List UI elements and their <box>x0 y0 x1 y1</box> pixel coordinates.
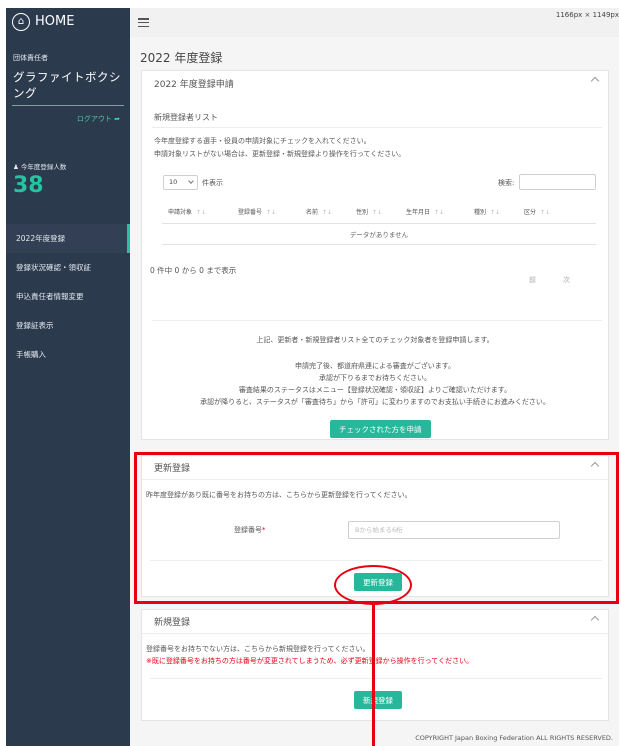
list-desc-2: 申請対象リストがない場合は、更新登録・新規登録より操作を行ってください。 <box>154 150 406 158</box>
new-desc-2: ※既に登録番号をお持ちの方は番号が変更されてしまうため、必ず更新登録から操作を行… <box>146 657 474 665</box>
col-header-number[interactable]: 登録番号 ↑↓ <box>232 201 300 224</box>
apply-note-1: 申請完了後、都道府県連による審査がございます。 <box>294 362 456 370</box>
col-header-name[interactable]: 名前 ↑↓ <box>300 201 350 224</box>
apply-note-2: 承認が下りるまでお待ちください。 <box>319 374 431 382</box>
renew-desc: 昨年度登録があり既に番号をお持ちの方は、こちらから更新登録を行ってください。 <box>146 491 412 499</box>
sidebar-item-status-receipt[interactable]: 登録状況確認・領収証 <box>6 253 130 282</box>
chevron-up-icon[interactable] <box>590 461 600 471</box>
submit-checked-button[interactable]: チェックされた方を申請 <box>330 420 431 438</box>
sidebar-item-registration[interactable]: 2022年度登録 <box>6 224 130 253</box>
group-name: グラファイトボクシング <box>13 70 121 100</box>
topbar: 1166px × 1149px <box>130 8 619 37</box>
hamburger-menu-icon[interactable] <box>138 18 149 28</box>
notice-divider <box>152 320 602 321</box>
col-header-birthdate[interactable]: 生年月日 ↑↓ <box>400 201 468 224</box>
sidebar-item-handbook[interactable]: 手帳購入 <box>6 340 130 369</box>
main-content: 2022 年度登録 2022 年度登録申請 新規登録者リスト 今年度登録する選手… <box>130 37 619 746</box>
page-length-select[interactable]: 10 <box>163 175 198 190</box>
sidebar: ⌂ HOME 団体責任者 グラファイトボクシング ログアウト ➦ ♟ 今年度登録… <box>6 8 130 746</box>
group-role-label: 団体責任者 <box>13 54 48 62</box>
col-header-category[interactable]: 区分 ↑↓ <box>518 201 596 224</box>
logout-link[interactable]: ログアウト ➦ <box>6 114 120 124</box>
apply-note-3: 審査結果のステータスはメニュー【登録状況確認・領収証】よりご確認いただけます。 <box>238 386 512 394</box>
applicants-table: 申請対象 ↑↓ 登録番号 ↑↓ 名前 ↑↓ 性別 ↑↓ 生年月日 ↑↓ 種別 ↑↓ 区分 ↑↓… <box>162 201 596 245</box>
registration-number-label: 登録番号* <box>234 526 266 534</box>
table-info: 0 件中 0 から 0 まで表示 <box>150 266 237 275</box>
pagination-prev[interactable]: 前 <box>529 275 536 285</box>
apply-card-header[interactable]: 2022 年度登録申請 <box>142 71 608 95</box>
list-divider <box>152 127 602 128</box>
home-link[interactable]: ⌂ HOME <box>6 8 130 35</box>
sidebar-item-certificate[interactable]: 登録証表示 <box>6 311 130 340</box>
renew-divider <box>150 560 602 561</box>
apply-card-title: 2022 年度登録申請 <box>154 79 234 90</box>
table-empty-row: データがありません <box>162 223 596 245</box>
sidebar-menu: 2022年度登録 登録状況確認・領収証 申込責任者情報変更 登録証表示 手帳購入 <box>6 224 130 369</box>
new-divider <box>150 678 602 679</box>
new-registration-button[interactable]: 新規登録 <box>354 691 402 709</box>
new-desc-1: 登録番号をお持ちでない方は、こちらから新規登録を行ってください。 <box>146 645 370 653</box>
registration-count-label: ♟ 今年度登録人数 <box>13 163 67 171</box>
page-length-label: 件表示 <box>202 179 223 187</box>
new-card-header[interactable]: 新規登録 <box>142 610 608 634</box>
apply-card: 2022 年度登録申請 新規登録者リスト 今年度登録する選手・役員の申請対象にチ… <box>141 70 609 440</box>
chevron-up-icon[interactable] <box>590 76 600 86</box>
home-icon: ⌂ <box>12 12 30 31</box>
new-card-title: 新規登録 <box>154 618 191 628</box>
renew-card: 更新登録 昨年度登録があり既に番号をお持ちの方は、こちらから更新登録を行ってくだ… <box>141 455 609 597</box>
chevron-up-icon[interactable] <box>590 615 600 625</box>
renew-card-title: 更新登録 <box>154 464 191 474</box>
home-label: HOME <box>35 14 75 29</box>
registration-count-value: 38 <box>13 173 44 198</box>
sidebar-item-applicant-info[interactable]: 申込責任者情報変更 <box>6 282 130 311</box>
chevron-down-icon <box>188 178 194 184</box>
pagination-next[interactable]: 次 <box>563 275 570 285</box>
footer-copyright: COPYRIGHT Japan Boxing Federation ALL RI… <box>415 734 613 742</box>
group-divider <box>12 105 124 106</box>
apply-note-4: 承認が降りると、ステータスが「審査待ち」から「許可」に変わりますのでお支払い手続… <box>200 398 550 406</box>
table-header-row: 申請対象 ↑↓ 登録番号 ↑↓ 名前 ↑↓ 性別 ↑↓ 生年月日 ↑↓ 種別 ↑↓ 区分 ↑↓ <box>162 201 596 224</box>
col-header-target[interactable]: 申請対象 ↑↓ <box>162 201 232 224</box>
col-header-type[interactable]: 種別 ↑↓ <box>468 201 518 224</box>
renew-card-header[interactable]: 更新登録 <box>142 456 608 480</box>
search-input[interactable] <box>519 174 596 190</box>
list-desc-1: 今年度登録する選手・役員の申請対象にチェックを入れてください。 <box>154 137 371 145</box>
registration-number-input[interactable]: Bから始まる6桁 <box>348 521 560 539</box>
apply-notice: 上記、更新者・新規登録者リスト全てのチェック対象者を登録申請します。 <box>256 336 494 344</box>
page-length-value: 10 <box>169 178 178 186</box>
search-label: 検索: <box>498 179 515 187</box>
table-empty-message: データがありません <box>162 223 596 245</box>
required-mark: * <box>262 526 266 534</box>
col-header-gender[interactable]: 性別 ↑↓ <box>350 201 400 224</box>
dimension-readout: 1166px × 1149px <box>555 11 619 19</box>
list-title: 新規登録者リスト <box>154 113 218 122</box>
new-card: 新規登録 登録番号をお持ちでない方は、こちらから新規登録を行ってください。 ※既… <box>141 609 609 721</box>
page-title: 2022 年度登録 <box>140 51 223 65</box>
renew-button[interactable]: 更新登録 <box>354 573 402 591</box>
